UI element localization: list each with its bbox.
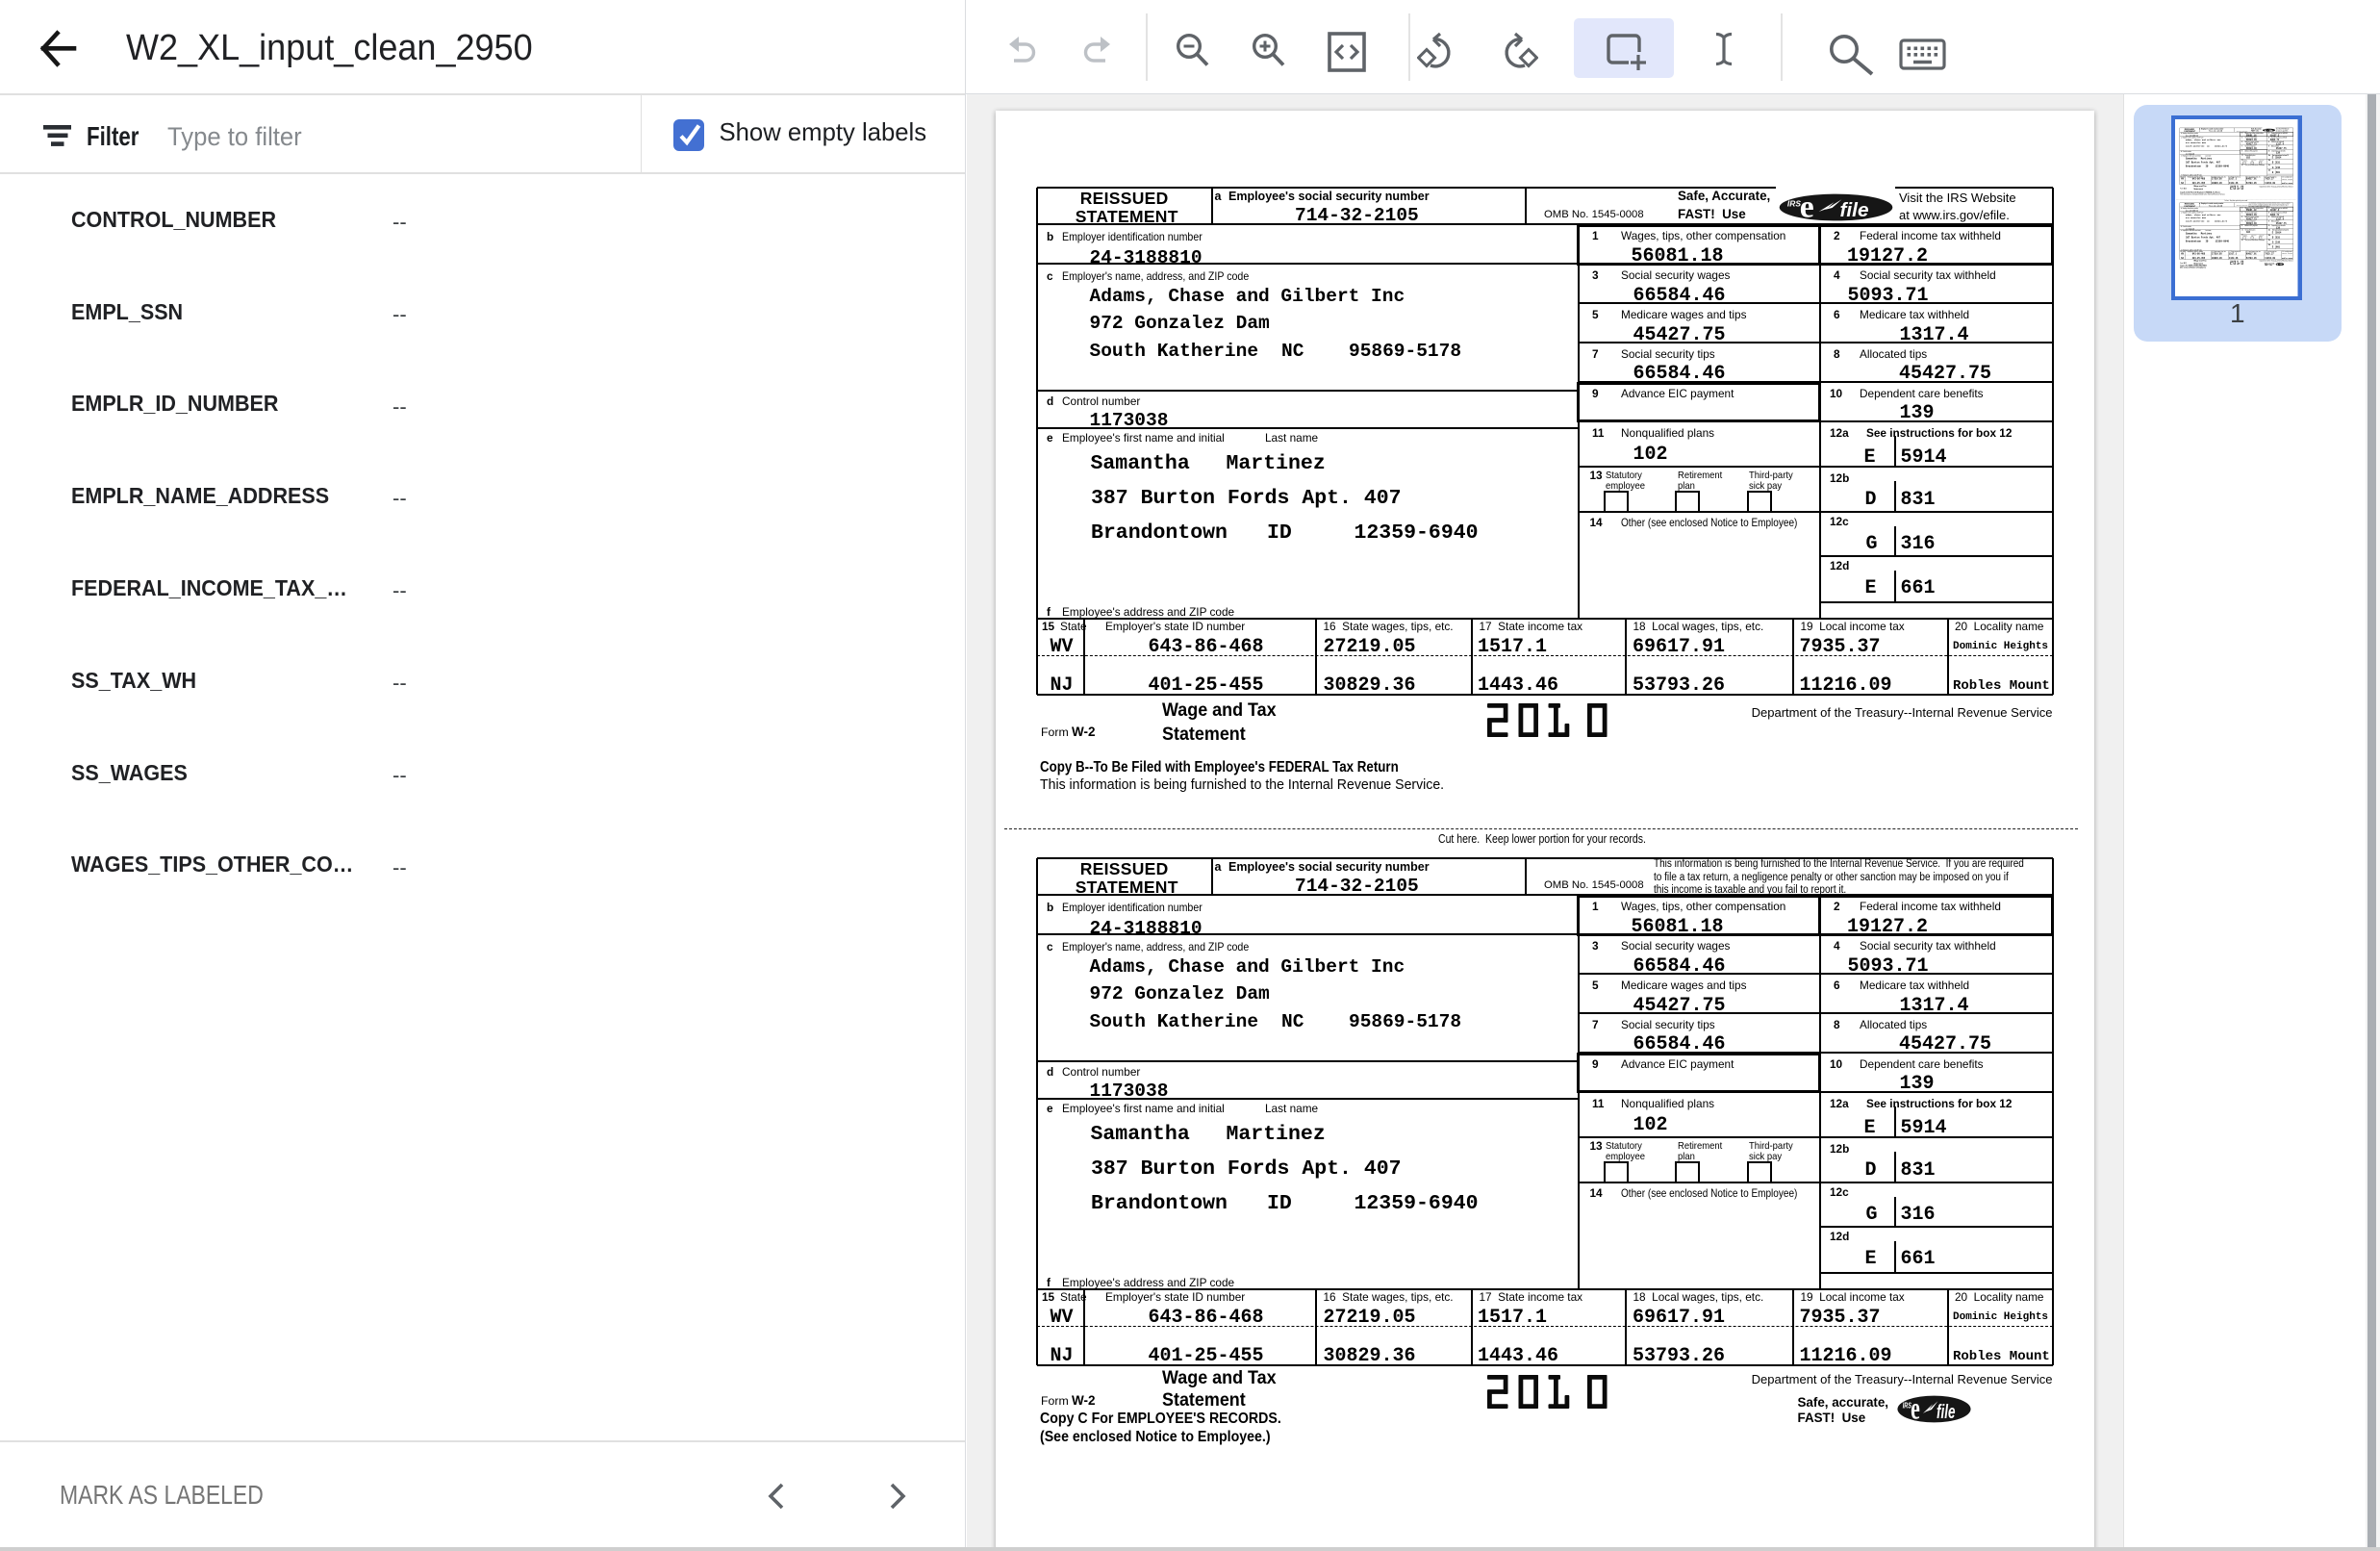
- svg-text:e: e: [1911, 1395, 1920, 1423]
- svg-text:e: e: [1800, 193, 1814, 221]
- svg-text:file: file: [2280, 265, 2282, 267]
- svg-text:file: file: [1839, 199, 1868, 221]
- svg-text:file: file: [1937, 1400, 1956, 1423]
